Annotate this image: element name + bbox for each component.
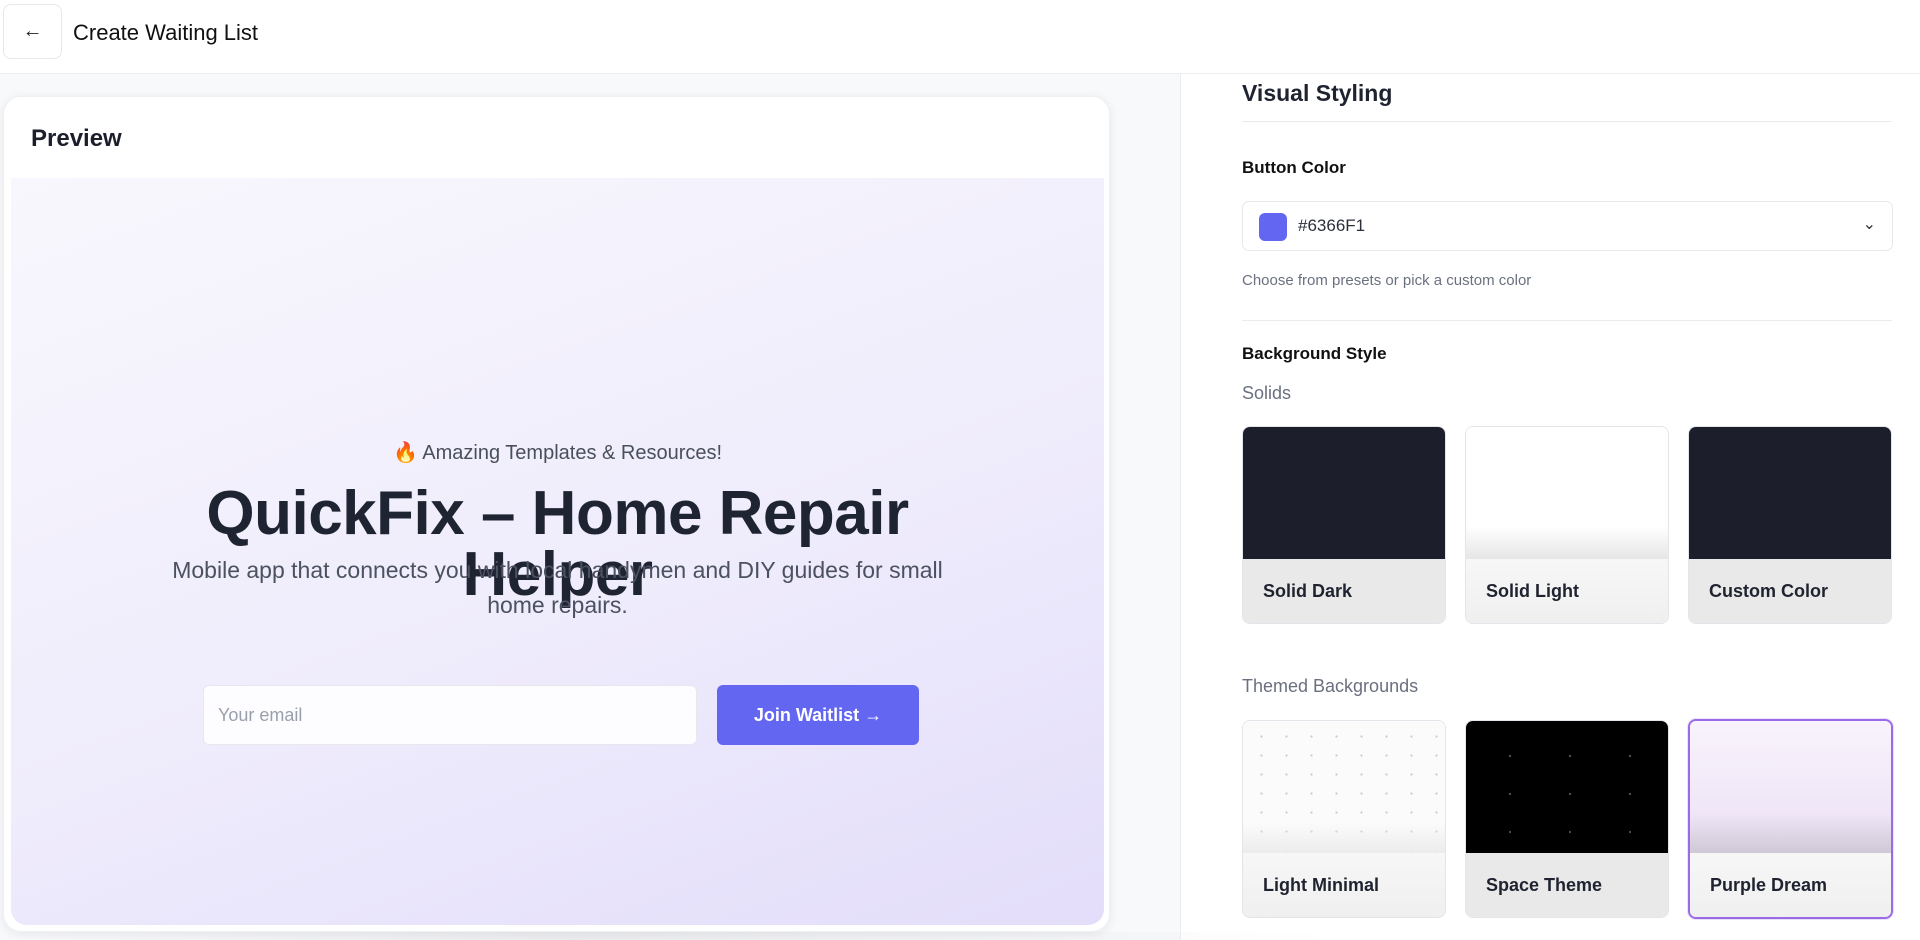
button-color-helper: Choose from presets or pick a custom col…: [1242, 272, 1532, 289]
email-input[interactable]: [203, 685, 697, 745]
preview-card: Preview 🔥 Amazing Templates & Resources!…: [3, 96, 1110, 932]
page-title: Create Waiting List: [73, 20, 259, 45]
field-divider: [1242, 320, 1892, 321]
tile-preview: [1466, 721, 1668, 853]
themed-backgrounds-label: Themed Backgrounds: [1242, 676, 1419, 696]
background-style-label: Background Style: [1242, 344, 1387, 363]
button-color-label: Button Color: [1242, 158, 1346, 177]
tile-solid-dark[interactable]: Solid Dark: [1242, 426, 1446, 624]
tile-label: Purple Dream: [1690, 853, 1891, 917]
tile-solid-light[interactable]: Solid Light: [1465, 426, 1669, 624]
bottom-shadow: [0, 932, 1920, 940]
preview-title: Preview: [31, 125, 122, 152]
tile-preview: [1243, 427, 1445, 559]
button-color-select[interactable]: #6366F1 ⌄: [1242, 201, 1893, 251]
tile-light-minimal[interactable]: Light Minimal: [1242, 720, 1446, 918]
tile-space-theme[interactable]: Space Theme: [1465, 720, 1669, 918]
chevron-down-icon: ⌄: [1862, 216, 1876, 233]
preview-canvas: 🔥 Amazing Templates & Resources! QuickFi…: [11, 178, 1104, 925]
tile-purple-dream[interactable]: Purple Dream: [1688, 719, 1893, 919]
arrow-left-icon: ←: [22, 20, 43, 42]
tile-preview: [1243, 721, 1445, 853]
tile-label: Solid Dark: [1243, 559, 1445, 623]
tile-label: Light Minimal: [1243, 853, 1445, 917]
tile-custom-color[interactable]: Custom Color: [1688, 426, 1892, 624]
color-swatch: [1259, 213, 1287, 241]
tile-preview: [1690, 721, 1891, 853]
tile-label: Solid Light: [1466, 559, 1668, 623]
hero-badge: 🔥 Amazing Templates & Resources!: [392, 442, 723, 464]
tile-preview: [1689, 427, 1891, 559]
solids-label: Solids: [1242, 383, 1292, 403]
section-title: Visual Styling: [1242, 80, 1393, 106]
button-color-value: #6366F1: [1298, 216, 1366, 235]
join-waitlist-button[interactable]: Join Waitlist →: [717, 685, 919, 745]
tile-preview: [1466, 427, 1668, 559]
tile-label: Custom Color: [1689, 559, 1891, 623]
back-button[interactable]: ←: [3, 4, 62, 59]
settings-panel: Visual Styling Button Color #6366F1 ⌄ Ch…: [1180, 74, 1920, 940]
hero-description: Mobile app that connects you with local …: [172, 557, 943, 618]
tile-label: Space Theme: [1466, 853, 1668, 917]
section-divider: [1242, 121, 1892, 122]
top-header: ← Create Waiting List: [0, 0, 1920, 74]
